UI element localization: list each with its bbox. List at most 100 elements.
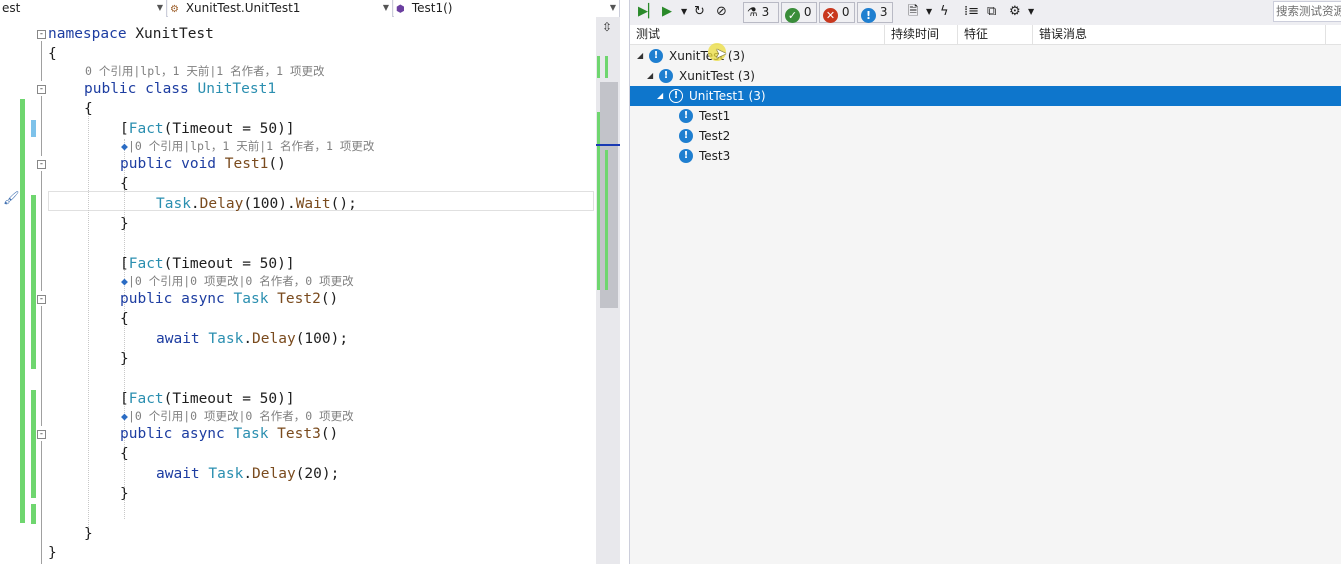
code-line[interactable]: [Fact(Timeout = 50)]: [120, 389, 295, 409]
fold-guide: [41, 306, 42, 426]
code-token: Task: [156, 196, 191, 212]
collapse-test3-toggle[interactable]: -: [37, 430, 46, 439]
code-line[interactable]: }: [120, 484, 129, 504]
code-token: public void: [120, 156, 225, 172]
code-line[interactable]: }: [120, 349, 129, 369]
code-line[interactable]: }: [120, 214, 129, 234]
column-error-message[interactable]: 错误消息: [1033, 25, 1326, 45]
change-marker: [31, 120, 36, 137]
code-token: [: [120, 121, 129, 137]
code-line[interactable]: {: [48, 44, 57, 64]
code-editor[interactable]: est ▼ ⚙ XunitTest.UnitTest1 ▼ ⬢ Test1() …: [0, 0, 620, 564]
scroll-change-marker: [605, 56, 608, 78]
quick-actions-brush-icon[interactable]: 🖌: [3, 191, 20, 206]
code-token: Task: [208, 331, 244, 347]
code-line[interactable]: public class UnitTest1: [84, 79, 276, 99]
code-line[interactable]: {: [120, 444, 129, 464]
code-line[interactable]: [Fact(Timeout = 50)]: [120, 119, 295, 139]
cancel-run-icon[interactable]: ⊘: [716, 3, 727, 22]
code-line[interactable]: {: [120, 309, 129, 329]
run-icon[interactable]: ▶: [662, 3, 672, 22]
code-area[interactable]: namespace XunitTest { 0 个引用|lpl，1 天前|1 名…: [48, 17, 596, 564]
codelens-dot-icon: ◆: [121, 139, 128, 153]
test-search-input[interactable]: 搜索测试资源: [1273, 1, 1341, 22]
run-all-icon[interactable]: ▶▏: [638, 3, 658, 22]
playlist-icon[interactable]: 🗎: [908, 3, 918, 22]
code-line[interactable]: }: [48, 543, 57, 563]
code-token: ();: [330, 196, 357, 212]
code-line[interactable]: {: [120, 174, 129, 194]
test-tree-item[interactable]: ! Test3: [630, 146, 1341, 166]
test-tree-item[interactable]: ◢! XunitTest (3): [630, 66, 1341, 86]
failed-tests-filter[interactable]: ✕ 0: [819, 2, 855, 23]
collapse-class-toggle[interactable]: -: [37, 85, 46, 94]
code-line[interactable]: public async Task Test3(): [120, 424, 338, 444]
chevron-down-icon[interactable]: ▼: [681, 3, 687, 22]
code-token: }: [84, 526, 93, 542]
run-after-build-icon[interactable]: ϟ: [940, 3, 949, 22]
not-run-tests-filter[interactable]: ! 3: [857, 2, 893, 23]
codelens-info[interactable]: ◆|0 个引用|0 项更改|0 名作者，0 项更改: [121, 274, 354, 288]
code-line[interactable]: [Fact(Timeout = 50)]: [120, 254, 295, 274]
code-token: Task: [208, 466, 244, 482]
code-line[interactable]: public async Task Test2(): [120, 289, 338, 309]
codelens-info[interactable]: ◆|0 个引用|lpl，1 天前|1 名作者，1 项更改: [121, 139, 374, 153]
code-line[interactable]: Task.Delay(100).Wait();: [156, 194, 357, 214]
code-token: }: [120, 351, 129, 367]
code-token: [: [120, 256, 129, 272]
code-line[interactable]: namespace XunitTest: [48, 24, 214, 44]
copy-icon[interactable]: ⧉: [987, 3, 996, 22]
fold-guide: [41, 171, 42, 291]
code-token: public class: [84, 81, 198, 97]
collapse-test2-toggle[interactable]: -: [37, 295, 46, 304]
test-tree-item[interactable]: ◢! XunitTest (3): [630, 46, 1341, 66]
test-explorer-toolbar: ▶▏ ▶ ▼ ↻ ⊘ ⚗ 3 ✓ 0 ✕ 0 ! 3 🗎 ▼ ϟ ⁞≡ ⧉ ⚙ …: [630, 0, 1341, 25]
scroll-change-marker: [605, 150, 608, 290]
codelens-info[interactable]: 0 个引用|lpl，1 天前|1 名作者，1 项更改: [85, 64, 325, 78]
expand-arrow-icon[interactable]: ◢: [657, 86, 663, 106]
member-dropdown[interactable]: ⬢ Test1() ▼: [394, 0, 620, 17]
code-token: (100);: [295, 331, 349, 347]
code-line[interactable]: {: [84, 99, 93, 119]
scrollbar-thumb[interactable]: [600, 82, 618, 308]
passed-tests-filter[interactable]: ✓ 0: [781, 2, 817, 23]
chevron-down-icon[interactable]: ▼: [1028, 3, 1034, 22]
code-token: {: [84, 101, 93, 117]
scroll-change-marker: [597, 112, 600, 290]
not-run-exclamation-icon: !: [861, 8, 876, 23]
column-test[interactable]: 测试: [630, 25, 885, 45]
test-tree-item-label: Test1: [699, 109, 731, 123]
code-line[interactable]: }: [84, 524, 93, 544]
code-token: (): [268, 156, 286, 172]
test-tree-item[interactable]: ◢! UnitTest1 (3): [630, 86, 1341, 106]
column-duration[interactable]: 持续时间: [885, 25, 958, 45]
code-line[interactable]: await Task.Delay(20);: [156, 464, 339, 484]
code-line[interactable]: await Task.Delay(100);: [156, 329, 348, 349]
codelens-info[interactable]: ◆|0 个引用|0 项更改|0 名作者，0 项更改: [121, 409, 354, 423]
code-token: XunitTest: [135, 26, 214, 42]
expand-arrow-icon[interactable]: ◢: [637, 46, 643, 66]
collapse-namespace-toggle[interactable]: -: [37, 30, 46, 39]
change-marker: [31, 504, 36, 524]
expand-arrow-icon[interactable]: ◢: [647, 66, 653, 86]
not-run-status-icon: !: [679, 129, 693, 143]
chevron-down-icon: ▼: [609, 3, 616, 12]
gear-icon[interactable]: ⚙: [1009, 3, 1021, 22]
collapse-test1-toggle[interactable]: -: [37, 160, 46, 169]
total-tests-filter[interactable]: ⚗ 3: [743, 2, 779, 23]
code-line[interactable]: public void Test1(): [120, 154, 286, 174]
split-window-icon[interactable]: ⇳: [602, 20, 612, 34]
code-token: (100).: [243, 196, 296, 212]
test-tree-item[interactable]: ! Test2: [630, 126, 1341, 146]
column-traits[interactable]: 特征: [958, 25, 1033, 45]
code-token: Delay: [199, 196, 244, 212]
chevron-down-icon[interactable]: ▼: [926, 3, 932, 22]
code-token: Fact: [128, 391, 164, 407]
project-dropdown[interactable]: est ▼: [0, 0, 167, 17]
group-by-icon[interactable]: ⁞≡: [964, 3, 979, 22]
code-token: {: [48, 46, 57, 62]
test-tree-item[interactable]: ! Test1: [630, 106, 1341, 126]
chevron-down-icon: ▼: [382, 3, 389, 12]
refresh-icon[interactable]: ↻: [694, 3, 705, 22]
class-dropdown[interactable]: ⚙ XunitTest.UnitTest1 ▼: [168, 0, 393, 17]
